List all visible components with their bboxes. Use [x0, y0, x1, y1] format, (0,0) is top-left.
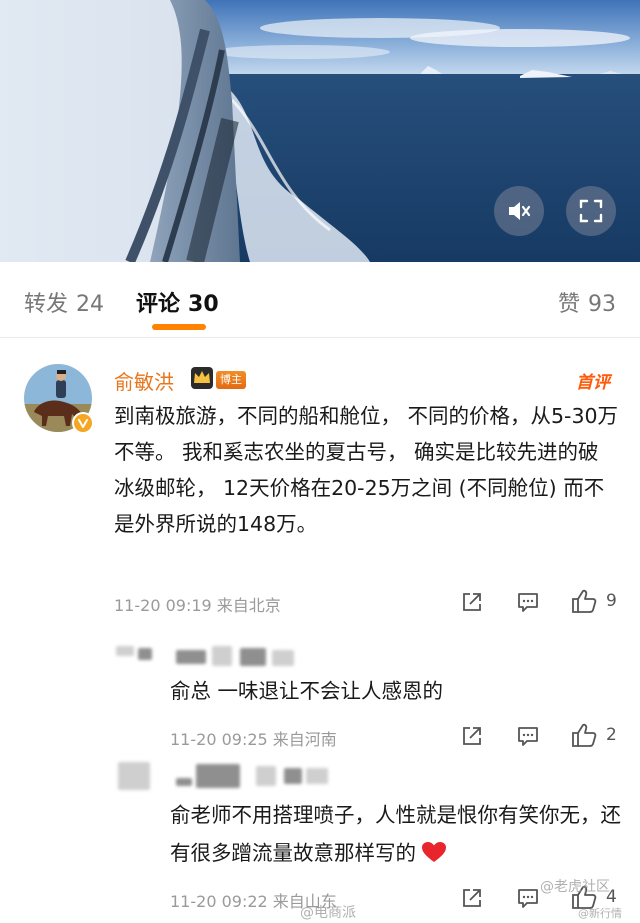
- reply-time: 11-20 09:25: [170, 730, 268, 749]
- watermark: @老虎社区: [540, 879, 610, 895]
- thumbs-up-icon: [572, 589, 597, 613]
- video-player[interactable]: [0, 0, 640, 262]
- tab-repost[interactable]: 转发 24: [24, 286, 104, 318]
- watermark: @电商派: [300, 905, 356, 921]
- like-button[interactable]: 9: [570, 588, 617, 614]
- reply-share-button[interactable]: [460, 724, 484, 748]
- reply-meta: 11-20 09:25 来自河南: [170, 726, 337, 750]
- comment-icon: [518, 593, 538, 612]
- tab-comment-count: 30: [188, 292, 219, 317]
- reply-text: 俞老师不用搭理喷子，人性就是恨你有笑你无，还有很多蹭流量故意那样写的: [170, 796, 622, 872]
- blurred-username: [176, 650, 206, 664]
- blurred-username: [196, 764, 240, 788]
- reply-comment-button[interactable]: [516, 886, 540, 910]
- watermark: @新行情: [578, 907, 622, 920]
- blurred-username: [306, 768, 328, 784]
- tab-repost-label: 转发: [24, 292, 69, 317]
- share-icon: [463, 889, 481, 907]
- comment-icon: [518, 889, 538, 908]
- reply-comment-button[interactable]: [516, 724, 540, 748]
- thumbs-up-icon: [572, 723, 597, 747]
- blurred-username: [272, 650, 294, 666]
- fullscreen-icon: [579, 199, 603, 223]
- comment-tabs: 转发 24 评论 30 赞 93: [0, 262, 640, 338]
- blogger-badge: 博主: [216, 371, 246, 389]
- blurred-username: [284, 768, 302, 784]
- blurred-username: [176, 778, 192, 786]
- blurred-avatar: [138, 648, 152, 660]
- reply-location: 来自河南: [272, 730, 337, 749]
- blurred-username: [256, 766, 276, 786]
- reply-like-button[interactable]: 2: [570, 722, 617, 748]
- blurred-avatar: [116, 646, 134, 656]
- reply-button[interactable]: [516, 590, 540, 614]
- fullscreen-button[interactable]: [566, 186, 616, 236]
- comment-time: 11-20 09:19: [114, 596, 212, 615]
- comment-text: 到南极旅游，不同的船和舱位， 不同的价格，从5-30万不等。 我和奚志农坐的夏古…: [114, 404, 619, 536]
- share-icon: [463, 727, 481, 745]
- reply-text-content: 俞老师不用搭理喷子，人性就是恨你有笑你无，还有很多蹭流量故意那样写的: [170, 803, 621, 865]
- blurred-avatar: [118, 762, 150, 790]
- blurred-username: [212, 646, 232, 666]
- comment-meta: 11-20 09:19 来自北京: [114, 592, 281, 616]
- reply-text: 俞总 一味退让不会让人感恩的: [170, 679, 444, 703]
- verified-badge: [72, 412, 94, 434]
- tab-like-label: 赞: [557, 292, 580, 317]
- first-comment-tag: 首评: [576, 373, 610, 393]
- tab-comment-label: 评论: [136, 292, 181, 317]
- active-tab-indicator: [152, 324, 206, 330]
- share-button[interactable]: [460, 590, 484, 614]
- mute-icon: [509, 202, 531, 220]
- share-icon: [463, 593, 481, 611]
- tab-comment[interactable]: 评论 30: [136, 286, 219, 318]
- tab-repost-count: 24: [76, 292, 105, 317]
- reply-share-button[interactable]: [460, 886, 484, 910]
- verified-icon: [78, 419, 88, 428]
- like-count: 9: [606, 591, 617, 611]
- tab-like[interactable]: 赞 93: [558, 286, 616, 318]
- reply-like-count: 2: [606, 725, 617, 745]
- mute-button[interactable]: [494, 186, 544, 236]
- blurred-username: [240, 648, 266, 666]
- comment-author[interactable]: 俞敏洪: [114, 366, 174, 395]
- video-frame: [0, 0, 640, 262]
- tab-like-count: 93: [588, 292, 616, 317]
- comment-location: 来自北京: [216, 596, 281, 615]
- crown-icon: [191, 367, 213, 389]
- comment-icon: [518, 727, 538, 746]
- reply-time: 11-20 09:22: [170, 892, 268, 911]
- heart-icon: [422, 842, 446, 862]
